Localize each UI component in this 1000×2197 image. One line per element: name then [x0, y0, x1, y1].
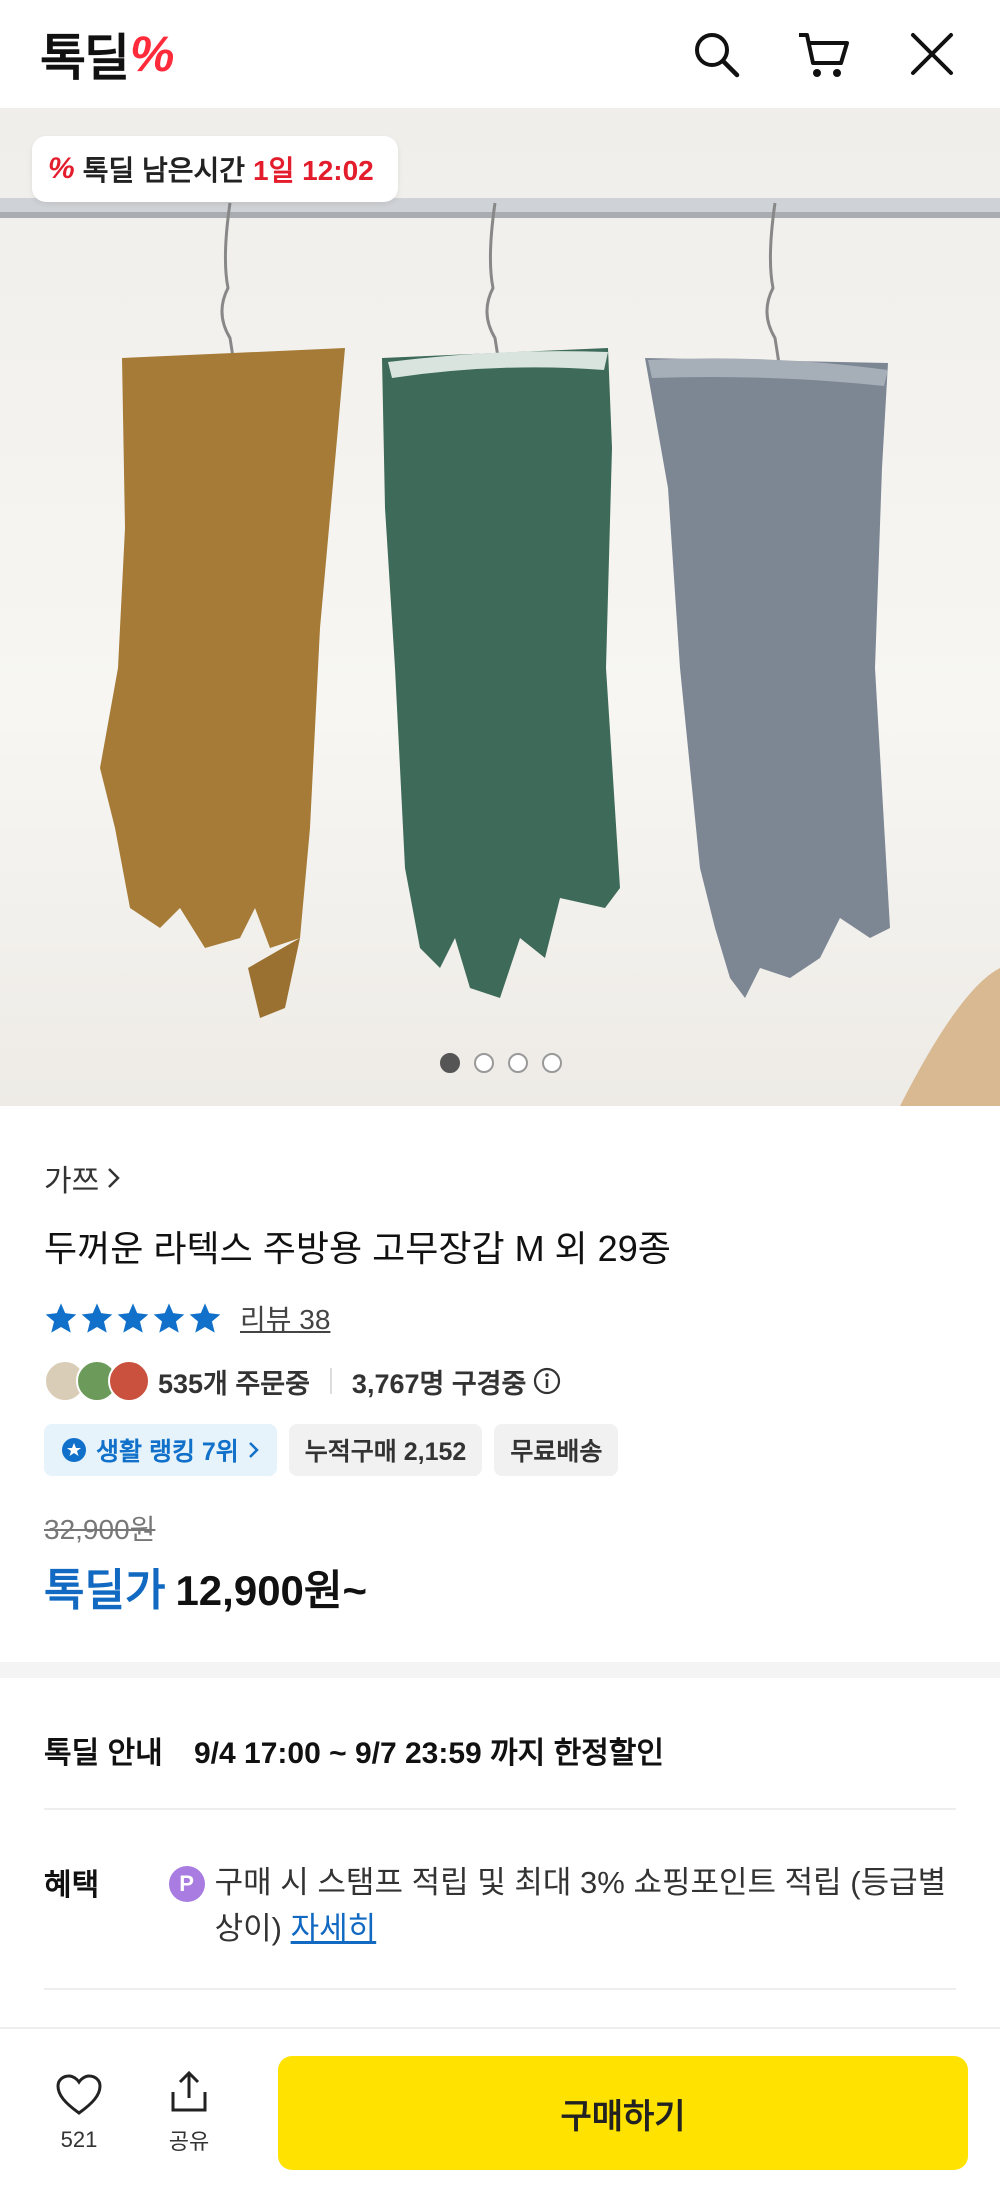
star-icon	[117, 1303, 149, 1333]
badge-icon	[62, 1438, 86, 1462]
gloves-photo	[0, 198, 1000, 1106]
carousel-dot[interactable]	[508, 1053, 528, 1073]
benefit-detail-link[interactable]: 자세히	[291, 1911, 377, 1946]
stats-row: 535개 주문중 3,767명 구경중	[44, 1360, 956, 1402]
deal-info-value: 9/4 17:00 ~ 9/7 23:59 까지 한정할인	[194, 1737, 664, 1770]
share-icon	[171, 2070, 207, 2112]
talkdeal-logo[interactable]: 톡딜 %	[40, 18, 174, 90]
timer-value: 1일 12:02	[253, 155, 374, 186]
chevron-right-icon	[248, 1442, 259, 1458]
brand-name: 가쯔	[44, 1165, 100, 1198]
search-icon[interactable]	[688, 26, 744, 82]
review-link[interactable]: 리뷰 38	[240, 1298, 330, 1338]
brand-link[interactable]: 가쯔	[44, 1156, 956, 1200]
price-row: 톡딜가 12,900원~	[44, 1554, 956, 1618]
rating-row: 리뷰 38	[44, 1298, 956, 1338]
close-icon[interactable]	[904, 26, 960, 82]
point-icon: P	[168, 1866, 205, 1902]
price-label: 톡딜가	[44, 1566, 166, 1615]
star-icon	[189, 1303, 221, 1333]
timer-label: 톡딜 남은시간	[82, 155, 246, 186]
cart-icon[interactable]	[796, 26, 852, 82]
sale-price: 12,900원~	[175, 1567, 368, 1614]
star-rating	[44, 1302, 222, 1334]
carousel-dot[interactable]	[440, 1053, 460, 1073]
deal-timer-badge: % 톡딜 남은시간 1일 12:02	[32, 136, 398, 202]
product-chips: 생활 랭킹 7위 누적구매 2,152 무료배송	[44, 1424, 956, 1476]
original-price: 32,900원	[44, 1514, 156, 1545]
product-image-carousel[interactable]: % 톡딜 남은시간 1일 12:02	[0, 108, 1000, 1106]
star-icon	[81, 1303, 113, 1333]
bottom-action-bar: 521 공유 구매하기	[0, 2027, 1000, 2197]
cumulative-purchase-chip: 누적구매 2,152	[288, 1424, 483, 1476]
section-divider	[0, 1662, 1000, 1678]
star-icon	[153, 1303, 185, 1333]
logo-mark: %	[130, 26, 174, 82]
carousel-dot[interactable]	[474, 1053, 494, 1073]
star-icon	[45, 1303, 77, 1333]
deal-details: 톡딜 안내 9/4 17:00 ~ 9/7 23:59 까지 한정할인 혜택 P…	[44, 1678, 956, 1990]
free-shipping-chip: 무료배송	[494, 1424, 619, 1476]
divider	[329, 1368, 332, 1394]
info-icon[interactable]	[532, 1366, 562, 1396]
deal-info-row: 톡딜 안내 9/4 17:00 ~ 9/7 23:59 까지 한정할인	[44, 1678, 956, 1810]
chevron-right-icon	[108, 1168, 120, 1188]
viewer-count: 3,767명 구경중	[351, 1368, 527, 1399]
buyer-avatars	[44, 1360, 150, 1402]
buy-button[interactable]: 구매하기	[278, 2056, 968, 2170]
like-count: 521	[60, 2127, 98, 2152]
discount-icon: %	[48, 152, 75, 185]
benefit-label: 혜택	[44, 1869, 100, 1902]
carousel-dots	[440, 1053, 562, 1073]
ranking-label: 생활 랭킹 7위	[96, 1438, 239, 1466]
order-count: 535개 주문중	[158, 1368, 310, 1399]
like-button[interactable]: 521	[24, 2073, 134, 2153]
app-header: 톡딜 %	[0, 0, 1000, 108]
heart-icon	[56, 2074, 102, 2115]
share-button[interactable]: 공유	[134, 2070, 244, 2156]
benefit-content: P 구매 시 스탬프 적립 및 최대 3% 쇼핑포인트 적립 (등급별 상이) …	[168, 1860, 956, 1952]
product-title: 두꺼운 라텍스 주방용 고무장갑 M 외 29종	[44, 1228, 671, 1269]
share-label: 공유	[168, 2129, 210, 2154]
ranking-chip[interactable]: 생활 랭킹 7위	[44, 1424, 277, 1476]
carousel-dot[interactable]	[542, 1053, 562, 1073]
product-info: 가쯔 두꺼운 라텍스 주방용 고무장갑 M 외 29종 리뷰 38 535개 주…	[0, 1106, 1000, 1618]
deal-info-label: 톡딜 안내	[44, 1737, 163, 1770]
avatar	[108, 1360, 150, 1402]
benefit-row: 혜택 P 구매 시 스탬프 적립 및 최대 3% 쇼핑포인트 적립 (등급별 상…	[44, 1810, 956, 1990]
logo-text: 톡딜	[40, 30, 130, 86]
